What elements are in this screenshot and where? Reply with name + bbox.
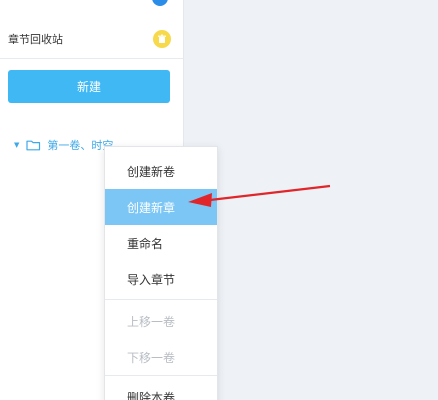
folder-icon xyxy=(26,139,41,151)
trash-icon[interactable] xyxy=(153,30,171,48)
app-window: 章节回收站 新建 ▼ 第一卷、时空 创建新卷 创建新章 重命名 导入章节 上移一… xyxy=(0,0,438,400)
menu-separator xyxy=(105,299,217,300)
menu-item-move-down: 下移一卷 xyxy=(127,350,176,365)
volume-tree-item[interactable]: ▼ 第一卷、时空 xyxy=(14,137,113,153)
menu-item-move-up: 上移一卷 xyxy=(127,314,176,329)
menu-separator xyxy=(105,375,217,376)
menu-item-rename[interactable]: 重命名 xyxy=(105,225,217,261)
menu-item-create-chapter[interactable]: 创建新章 xyxy=(105,189,217,225)
menu-item-import-chapters[interactable]: 导入章节 xyxy=(105,261,217,297)
new-button[interactable]: 新建 xyxy=(8,70,170,103)
caret-down-icon[interactable]: ▼ xyxy=(14,141,19,149)
info-badge-icon[interactable] xyxy=(152,0,168,6)
menu-item-create-volume[interactable]: 创建新卷 xyxy=(105,153,217,189)
context-menu: 创建新卷 创建新章 重命名 导入章节 上移一卷 下移一卷 删除本卷 xyxy=(104,146,218,400)
recycle-bin-row[interactable]: 章节回收站 xyxy=(0,14,183,58)
recycle-bin-label: 章节回收站 xyxy=(8,33,63,46)
menu-item-delete-volume[interactable]: 删除本卷 xyxy=(105,379,217,400)
divider xyxy=(0,58,183,59)
